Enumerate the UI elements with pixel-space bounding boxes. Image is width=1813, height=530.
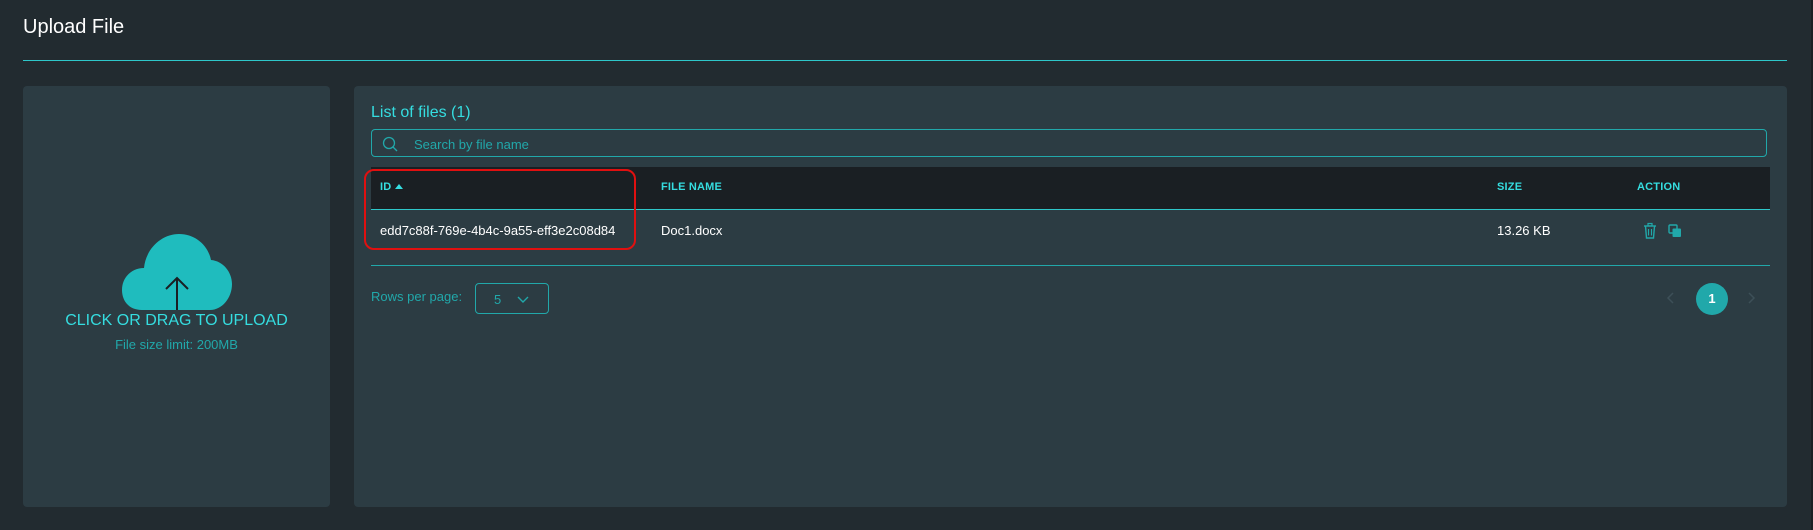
file-size-limit: File size limit: 200MB xyxy=(115,337,238,352)
table-divider xyxy=(371,265,1770,266)
upload-file-page: Upload File CLICK OR DRAG TO UPLOAD File… xyxy=(0,0,1813,530)
search-icon xyxy=(382,136,398,152)
column-header-file-name[interactable]: FILE NAME xyxy=(661,181,722,193)
trash-icon[interactable] xyxy=(1641,222,1659,240)
chevron-down-icon xyxy=(517,296,529,303)
rows-per-page-label: Rows per page: xyxy=(371,289,463,304)
file-list-panel: List of files (1) ID FILE NAME SIZE ACTI… xyxy=(354,86,1787,507)
title-divider xyxy=(23,60,1787,61)
upload-label: CLICK OR DRAG TO UPLOAD xyxy=(65,312,288,329)
column-header-id[interactable]: ID xyxy=(380,181,404,193)
page-1-button[interactable]: 1 xyxy=(1696,283,1728,315)
cloud-upload-icon xyxy=(122,234,232,310)
table-row: edd7c88f-769e-4b4c-9a55-eff3e2c08d84 Doc… xyxy=(371,210,1770,251)
sort-ascending-icon xyxy=(395,184,404,189)
file-list-title: List of files (1) xyxy=(371,104,471,121)
rows-per-page-select[interactable]: 5 xyxy=(475,283,549,314)
table-header: ID FILE NAME SIZE ACTION xyxy=(371,167,1770,210)
next-page-icon[interactable] xyxy=(1744,290,1758,306)
file-id-cell: edd7c88f-769e-4b4c-9a55-eff3e2c08d84 xyxy=(380,223,616,238)
copy-icon[interactable] xyxy=(1666,222,1684,240)
column-header-id-label: ID xyxy=(380,181,392,193)
search-box[interactable] xyxy=(371,129,1767,158)
column-header-action: ACTION xyxy=(1637,181,1681,193)
previous-page-icon[interactable] xyxy=(1664,290,1678,306)
search-input[interactable] xyxy=(412,130,1756,158)
file-name-cell: Doc1.docx xyxy=(661,223,723,238)
column-header-size[interactable]: SIZE xyxy=(1497,181,1522,193)
page-title: Upload File xyxy=(23,16,125,38)
file-size-cell: 13.26 KB xyxy=(1497,223,1551,238)
rows-per-page-value: 5 xyxy=(494,292,502,307)
upload-dropzone[interactable]: CLICK OR DRAG TO UPLOAD File size limit:… xyxy=(23,86,330,507)
